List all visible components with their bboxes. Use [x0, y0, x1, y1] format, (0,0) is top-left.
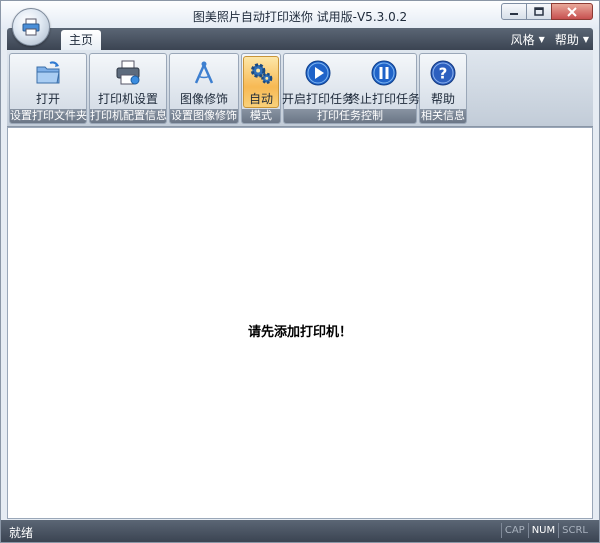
group-label: 相关信息 [420, 109, 466, 123]
open-button-label: 打开 [35, 92, 60, 106]
minimize-icon [510, 12, 518, 15]
ribbon: 打开 设置打印文件夹 打印机设置 打印机配置信息 图像修饰 设置图像修饰 自动 … [7, 50, 593, 127]
style-menu-label: 风格 [510, 33, 535, 47]
application-menu-button[interactable] [12, 8, 50, 46]
help-menu[interactable]: 帮助 ▼ [555, 31, 589, 48]
group-image-retouch: 图像修饰 设置图像修饰 [169, 53, 239, 124]
caps-lock-indicator: CAP [500, 523, 528, 538]
group-label: 打印机配置信息 [90, 109, 167, 123]
start-print-task-button[interactable]: 开启打印任务 [282, 56, 354, 108]
style-menu[interactable]: 风格 ▼ [511, 31, 545, 48]
open-button[interactable]: 打开 [10, 56, 86, 108]
start-print-task-label: 开启打印任务 [282, 92, 355, 106]
image-retouch-button[interactable]: 图像修饰 [170, 56, 238, 108]
help-button[interactable]: ? 帮助 [420, 56, 466, 108]
group-mode: 自动 模式 [241, 53, 281, 124]
group-print-task-control: 开启打印任务 终止打印任务 打印任务控制 [282, 53, 420, 124]
help-icon: ? [430, 60, 456, 86]
main-content-area: 请先添加打印机！ [7, 127, 593, 519]
window-controls [501, 3, 593, 20]
restore-button[interactable] [526, 3, 552, 20]
play-icon [305, 60, 331, 86]
keyboard-indicators: CAP NUM SCRL [500, 523, 591, 538]
status-text: 就绪 [9, 526, 34, 540]
restore-icon [534, 7, 544, 16]
ribbon-tab-strip: 主页 风格 ▼ 帮助 ▼ [7, 28, 593, 50]
auto-mode-label: 自动 [248, 92, 273, 106]
app-window: 图美照片自动打印迷你 试用版-V5.3.0.2 主页 风格 ▼ 帮助 ▼ 打开 … [0, 0, 600, 543]
close-icon [567, 6, 577, 17]
empty-state-message: 请先添加打印机！ [247, 325, 352, 340]
status-bar: 就绪 CAP NUM SCRL [1, 520, 599, 542]
group-print-folder: 打开 设置打印文件夹 [9, 53, 87, 124]
auto-mode-button[interactable]: 自动 [243, 56, 279, 108]
help-button-label: 帮助 [430, 92, 455, 106]
group-label: 设置打印文件夹 [10, 109, 87, 123]
stop-print-task-label: 终止打印任务 [348, 92, 421, 106]
printer-settings-button[interactable]: 打印机设置 [90, 56, 166, 108]
num-lock-indicator: NUM [527, 523, 558, 538]
title-bar: 图美照片自动打印迷你 试用版-V5.3.0.2 [1, 1, 599, 29]
help-menu-label: 帮助 [554, 33, 579, 47]
svg-text:?: ? [439, 65, 448, 83]
stop-print-task-button[interactable]: 终止打印任务 [348, 56, 420, 108]
top-right-menu: 风格 ▼ 帮助 ▼ [501, 31, 589, 48]
group-label: 打印任务控制 [284, 109, 416, 123]
chevron-down-icon: ▼ [582, 35, 589, 44]
printer-settings-label: 打印机设置 [97, 92, 158, 106]
pause-icon [371, 60, 397, 86]
tab-home[interactable]: 主页 [61, 30, 101, 50]
gears-icon [250, 63, 273, 84]
compass-icon [194, 61, 214, 84]
group-label: 设置图像修饰 [170, 109, 238, 123]
folder-open-icon [36, 61, 60, 84]
scroll-lock-indicator: SCRL [558, 523, 591, 538]
printer-settings-icon [116, 60, 140, 85]
chevron-down-icon: ▼ [538, 35, 545, 44]
group-related-info: ? 帮助 相关信息 [419, 53, 467, 124]
close-button[interactable] [551, 3, 593, 20]
group-label: 模式 [242, 109, 280, 123]
printer-icon [22, 18, 40, 36]
group-printer-config: 打印机设置 打印机配置信息 [89, 53, 167, 124]
image-retouch-label: 图像修饰 [179, 92, 228, 106]
minimize-button[interactable] [501, 3, 527, 20]
